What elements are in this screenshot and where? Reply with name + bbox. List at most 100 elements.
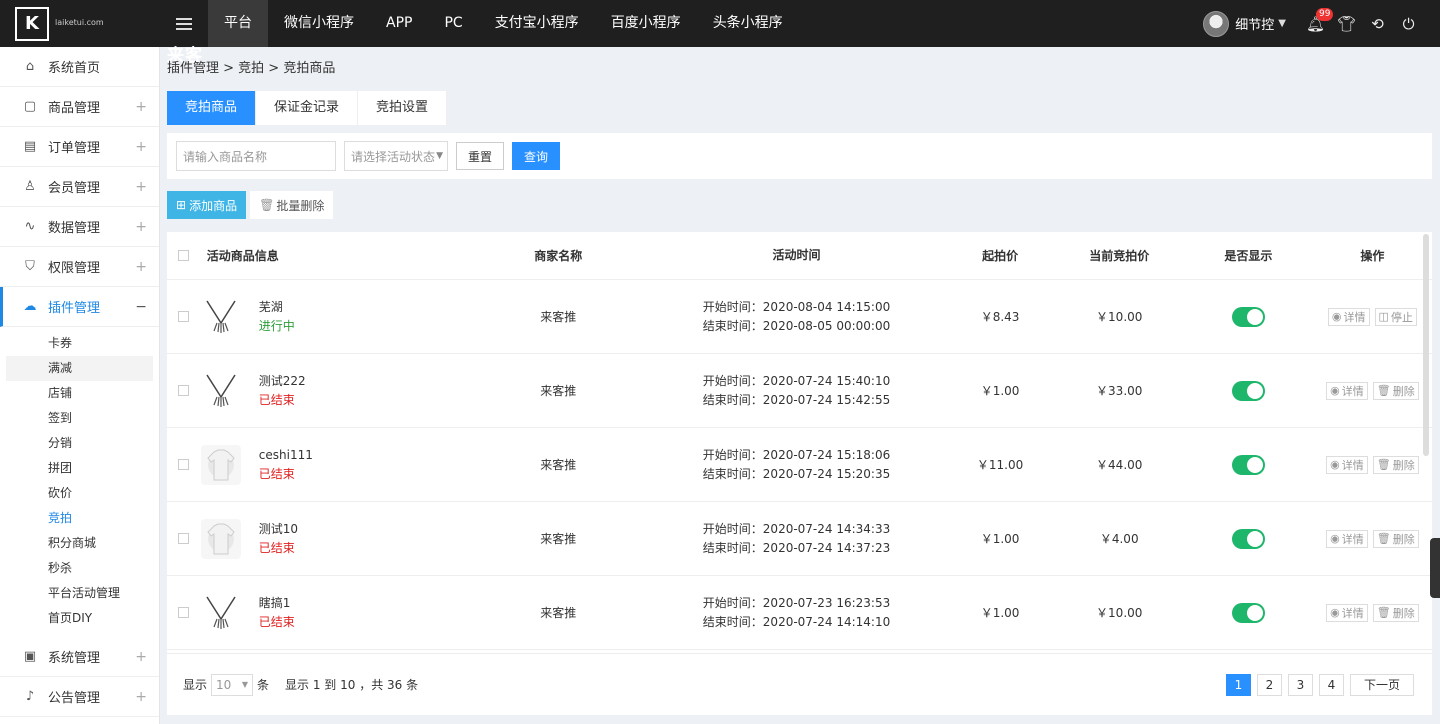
collapse-icon[interactable]: −: [135, 299, 147, 315]
product-thumbnail: [201, 593, 241, 633]
logo[interactable]: K 来客 laiketui.com: [0, 0, 202, 65]
sidebar-item[interactable]: ▤ 订单管理 +: [0, 127, 159, 167]
submenu-item[interactable]: 首页DIY: [0, 606, 159, 631]
submenu-item[interactable]: 分销: [0, 431, 159, 456]
page-size-value: 10: [216, 677, 232, 692]
chevron-down-icon[interactable]: ▼: [1278, 18, 1286, 29]
sidebar-item[interactable]: ∿ 数据管理 +: [0, 207, 159, 247]
detail-button[interactable]: ◉ 详情: [1327, 307, 1370, 326]
refresh-icon[interactable]: ⟲: [1362, 0, 1393, 47]
row-checkbox[interactable]: [178, 311, 190, 322]
bell-icon[interactable]: 🔔︎ 99: [1300, 0, 1334, 47]
power-icon[interactable]: ⏻: [1393, 0, 1424, 47]
top-nav-item[interactable]: 头条小程序: [697, 0, 799, 47]
submenu-item[interactable]: 砍价: [0, 481, 159, 506]
detail-button[interactable]: ◉ 详情: [1326, 381, 1368, 400]
tab-item[interactable]: 保证金记录: [256, 91, 359, 125]
reset-button[interactable]: 重置: [456, 142, 505, 170]
sidebar-item[interactable]: ⛉ 权限管理 +: [0, 247, 159, 287]
status-select[interactable]: 请选择活动状态 ▼: [344, 141, 448, 171]
table-scrollbar[interactable]: [1423, 234, 1429, 456]
eye-icon: ◉: [1330, 384, 1340, 397]
delete-button[interactable]: 🗑︎ 删除: [1372, 603, 1419, 622]
top-nav-item[interactable]: 支付宝小程序: [479, 0, 595, 47]
sidebar-item[interactable]: ☁ 插件管理 −: [0, 287, 159, 327]
submenu-item[interactable]: 秒杀: [0, 556, 159, 581]
avatar[interactable]: [1203, 10, 1230, 37]
delete-button[interactable]: 🗑︎ 删除: [1372, 529, 1419, 548]
detail-button[interactable]: ◉ 详情: [1326, 455, 1368, 474]
display-toggle[interactable]: [1231, 602, 1265, 623]
display-toggle[interactable]: [1231, 528, 1265, 549]
submenu-item[interactable]: 平台活动管理: [0, 581, 159, 606]
row-checkbox[interactable]: [178, 459, 190, 470]
page-button[interactable]: 2: [1256, 673, 1282, 696]
select-all-cell: [167, 250, 201, 261]
top-nav-item[interactable]: 平台: [208, 0, 268, 47]
sidebar-item[interactable]: ♪ 公告管理 +: [0, 677, 159, 717]
detail-label: 详情: [1341, 458, 1364, 472]
product-thumbnail: [201, 297, 241, 337]
delete-button[interactable]: 🗑︎ 删除: [1372, 455, 1419, 474]
sidebar-item[interactable]: ▣ 系统管理 +: [0, 637, 159, 677]
page-size-select[interactable]: 10 ▼: [211, 673, 254, 696]
submenu-item[interactable]: 卡券: [0, 331, 159, 356]
expand-icon[interactable]: +: [135, 139, 147, 155]
store-name: 来客推: [540, 384, 577, 398]
sidebar-item-label: 公告管理: [48, 691, 101, 706]
top-nav-item[interactable]: 百度小程序: [595, 0, 697, 47]
menu-toggle-icon[interactable]: [160, 0, 208, 47]
detail-button[interactable]: ◉ 详情: [1326, 529, 1368, 548]
submenu-item[interactable]: 拼团: [0, 456, 159, 481]
user-name[interactable]: 细节控: [1235, 14, 1274, 33]
stop-button[interactable]: ◫ 停止: [1374, 307, 1417, 326]
submenu-item[interactable]: 竞拍: [0, 506, 159, 531]
page-button[interactable]: 4: [1318, 673, 1344, 696]
sidebar-item[interactable]: ▢ 商品管理 +: [0, 87, 159, 127]
expand-icon[interactable]: +: [135, 179, 147, 195]
row-checkbox[interactable]: [178, 385, 190, 396]
top-nav-item[interactable]: APP: [370, 0, 428, 47]
tab-item[interactable]: 竞拍商品: [167, 91, 257, 125]
query-button[interactable]: 查询: [512, 142, 561, 170]
sidebar-item[interactable]: ♙ 会员管理 +: [0, 167, 159, 207]
expand-icon[interactable]: +: [135, 219, 147, 235]
expand-icon[interactable]: +: [135, 99, 147, 115]
product-text: 测试222 已结束: [259, 372, 306, 410]
submenu-item[interactable]: 签到: [0, 406, 159, 431]
pagination: 1 2 3 4 下一页: [1225, 673, 1414, 696]
shirt-icon[interactable]: 👕︎: [1331, 0, 1362, 47]
batch-delete-button[interactable]: 🗑︎ 批量删除: [250, 191, 334, 219]
delete-button[interactable]: 🗑︎ 删除: [1372, 381, 1419, 400]
page-button[interactable]: 1: [1225, 673, 1251, 696]
expand-icon[interactable]: +: [135, 649, 147, 665]
detail-button[interactable]: ◉ 详情: [1326, 603, 1368, 622]
product-name-input[interactable]: 请输入商品名称: [176, 141, 336, 171]
display-toggle[interactable]: [1231, 380, 1265, 401]
expand-icon[interactable]: +: [135, 689, 147, 705]
sidebar-item-label: 权限管理: [48, 261, 101, 276]
display-toggle[interactable]: [1231, 454, 1265, 475]
end-time: 结束时间：2020-07-24 15:20:35: [702, 466, 891, 481]
product-name: ceshi111: [258, 447, 313, 462]
table-header: 活动商品信息 商家名称 活动时间 起拍价 当前竞拍价 是否显示 操作: [167, 232, 1432, 280]
sidebar-item[interactable]: ⌂ 系统首页: [0, 47, 159, 87]
chart-icon: ∿: [24, 219, 36, 234]
page-button[interactable]: 3: [1287, 673, 1313, 696]
row-checkbox[interactable]: [178, 607, 190, 618]
submenu-item[interactable]: 店铺: [0, 381, 159, 406]
display-toggle[interactable]: [1231, 306, 1265, 327]
submenu-item[interactable]: 满减: [6, 356, 153, 381]
row-checkbox[interactable]: [178, 533, 190, 544]
select-all-checkbox[interactable]: [178, 250, 190, 261]
tab-item[interactable]: 竞拍设置: [358, 91, 448, 125]
add-product-button[interactable]: ⊞ 添加商品: [167, 191, 247, 219]
top-nav-item[interactable]: 微信小程序: [268, 0, 370, 47]
eye-icon: ◉: [1330, 458, 1340, 471]
side-float-widget[interactable]: [1430, 538, 1440, 598]
next-page-button[interactable]: 下一页: [1349, 673, 1414, 696]
expand-icon[interactable]: +: [135, 259, 147, 275]
pagination-summary: 显示 1 到 10 ，共 36 条: [285, 678, 419, 692]
submenu-item[interactable]: 积分商城: [0, 531, 159, 556]
top-nav-item[interactable]: PC: [428, 0, 478, 47]
